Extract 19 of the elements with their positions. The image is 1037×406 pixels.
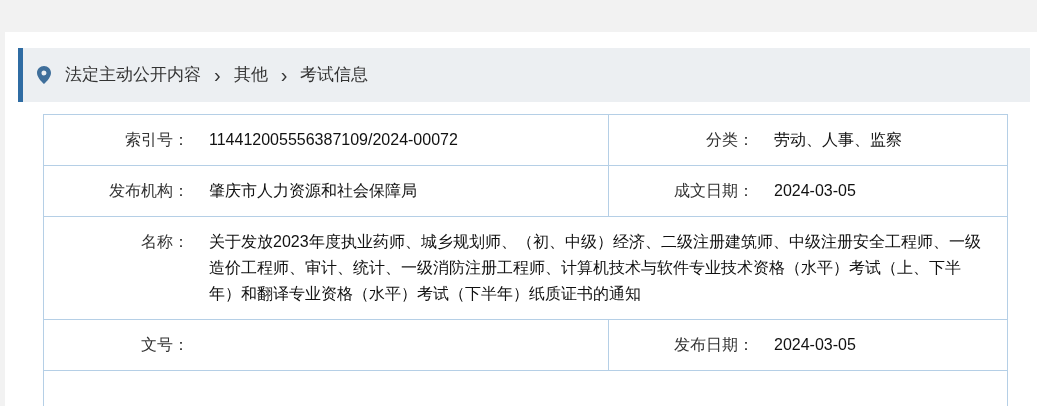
breadcrumb-link[interactable]: 法定主动公开内容 [65,62,201,88]
field-label: 发布机构： [109,181,189,201]
field-value: 肇庆市人力资源和社会保障局 [209,182,417,199]
field-value: 2024-03-05 [774,336,856,353]
field-label: 成文日期： [674,181,754,201]
field-label: 分类： [706,130,754,150]
field-label: 名称： [141,232,189,252]
field-label: 文号： [141,335,189,355]
breadcrumb-link[interactable]: 其他 [233,62,268,88]
chevron-icon: › [214,65,221,85]
breadcrumb-link[interactable]: 考试信息 [300,62,369,88]
field-value: 114412005556387109/2024-00072 [209,131,458,148]
field-label: 索引号： [125,130,189,150]
field-value: 2024-03-05 [774,182,856,199]
chevron-icon: › [280,65,288,85]
field-label: 发布日期： [674,335,754,355]
field-value: 关于发放2023年度执业药师、城乡规划师、（初、中级）经济、二级注册建筑师、中级注册安全工程师、一级造价工程师、审计、统计、一级消防注册工程师、计算机技术与软件专业技术资格（水平）考试（上、下半年）和翻译专业资格（水平）考试（下半年）纸质证书的通知 [209,233,981,302]
location-pin-icon [37,66,51,84]
field-value: 劳动、人事、监察 [774,131,902,148]
